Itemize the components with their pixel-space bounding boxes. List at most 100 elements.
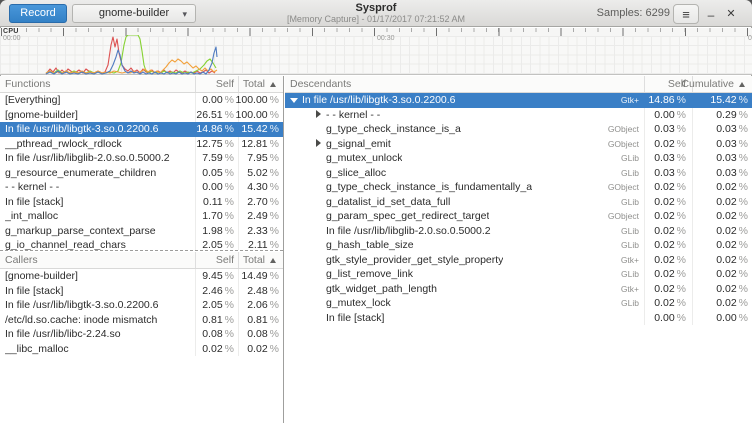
cpu-axis-label: CPU — [3, 28, 19, 35]
expander-spacer — [314, 284, 323, 293]
symbol-label: g_markup_parse_context_parse — [5, 225, 156, 237]
percent-suffix: % — [225, 152, 234, 164]
target-select-label: gnome-builder — [99, 7, 169, 19]
table-row[interactable]: g_hash_table_sizeGLib0.02%0.02% — [285, 238, 752, 253]
column-header-descendants[interactable]: Descendants — [285, 76, 645, 92]
table-row[interactable]: gtk_widget_path_lengthGtk+0.02%0.02% — [285, 282, 752, 297]
percent-suffix: % — [677, 210, 686, 222]
percent-suffix: % — [270, 328, 279, 340]
percent-suffix: % — [677, 297, 686, 309]
total-cell: 2.11% — [239, 238, 283, 251]
minimize-button[interactable]: – — [703, 4, 719, 24]
percent-suffix: % — [677, 167, 686, 179]
symbol-label: In file /usr/lib/libgtk-3.so.0.2200.6 — [5, 123, 159, 135]
table-row[interactable]: g_mutex_lockGLib0.02%0.02% — [285, 296, 752, 311]
symbol-label: [gnome-builder] — [5, 270, 78, 282]
collapse-arrow-icon[interactable] — [290, 96, 299, 105]
symbol-label: In file [stack] — [5, 196, 63, 208]
symbol-label: g_io_channel_read_chars — [5, 239, 126, 251]
table-row[interactable]: - - kernel - -0.00%0.29% — [285, 108, 752, 123]
table-row[interactable]: g_mutex_unlockGLib0.03%0.03% — [285, 151, 752, 166]
percent-suffix: % — [677, 109, 686, 121]
library-badge: Gtk+ — [621, 255, 644, 265]
table-row[interactable]: g_datalist_id_set_data_fullGLib0.02%0.02… — [285, 195, 752, 210]
table-row[interactable]: __pthread_rwlock_rdlock12.75%12.81% — [0, 137, 283, 152]
symbol-cell: In file [stack] — [0, 284, 196, 299]
table-row[interactable]: [gnome-builder]26.51%100.00% — [0, 108, 283, 123]
table-row[interactable]: In file /usr/lib/libgtk-3.so.0.2200.6 14.… — [0, 122, 283, 137]
table-row[interactable]: g_markup_parse_context_parse1.98%2.33% — [0, 224, 283, 239]
table-row[interactable]: __libc_malloc0.02%0.02% — [0, 342, 283, 357]
cpu-graph[interactable]: CPU 00:00 00:30 01:00 — [0, 28, 752, 75]
self-cell: 14.86% — [196, 122, 239, 137]
table-row[interactable]: [gnome-builder]9.45%14.49% — [0, 269, 283, 284]
percent-suffix: % — [677, 123, 686, 135]
table-row[interactable]: gtk_style_provider_get_style_property Gtk… — [285, 253, 752, 268]
symbol-cell: gtk_widget_path_lengthGtk+ — [285, 282, 645, 297]
table-row[interactable]: In file [stack]0.00%0.00% — [285, 311, 752, 326]
table-row[interactable]: [Everything]0.00%100.00% — [0, 93, 283, 108]
table-row[interactable]: In file /usr/lib/libglib-2.0.so.0.5000.2… — [0, 151, 283, 166]
menu-button[interactable]: ≡ — [673, 4, 699, 24]
percent-suffix: % — [270, 138, 279, 150]
table-row[interactable]: In file /usr/lib/libgtk-3.so.0.2200.6Gtk… — [285, 93, 752, 108]
expand-arrow-icon[interactable] — [314, 139, 323, 148]
cumulative-cell: 0.02% — [693, 209, 752, 224]
table-row[interactable]: _int_malloc1.70%2.49% — [0, 209, 283, 224]
expand-arrow-icon[interactable] — [314, 110, 323, 119]
self-cell: 0.02% — [645, 209, 693, 224]
table-row[interactable]: - - kernel - -0.00%4.30% — [0, 180, 283, 195]
symbol-label: In file /usr/lib/libc-2.24.so — [5, 328, 121, 340]
column-header-cumulative[interactable]: Cumulative — [693, 76, 752, 92]
symbol-cell: g_list_remove_linkGLib — [285, 267, 645, 282]
symbol-label: g_resource_enumerate_children — [5, 167, 156, 179]
percent-suffix: % — [225, 285, 234, 297]
symbol-label: gtk_style_provider_get_style_property — [326, 254, 503, 266]
table-row[interactable]: In file [stack]2.46%2.48% — [0, 284, 283, 299]
percent-suffix: % — [270, 167, 279, 179]
expander-spacer — [314, 226, 323, 235]
column-header-callers[interactable]: Callers — [0, 252, 196, 268]
percent-suffix: % — [677, 268, 686, 280]
cumulative-cell: 0.03% — [693, 166, 752, 181]
percent-suffix: % — [270, 123, 279, 135]
close-button[interactable]: ✕ — [723, 4, 739, 24]
target-select[interactable]: gnome-builder ▾ — [72, 4, 196, 23]
table-row[interactable]: g_slice_allocGLib0.03%0.03% — [285, 166, 752, 181]
total-cell: 4.30% — [239, 180, 283, 195]
total-cell: 0.02% — [239, 342, 283, 357]
record-button[interactable]: Record — [9, 4, 67, 23]
expander-spacer — [314, 313, 323, 322]
table-row[interactable]: In file /usr/lib/libgtk-3.so.0.2200.62.0… — [0, 298, 283, 313]
table-row[interactable]: In file /usr/lib/libglib-2.0.so.0.5000.2… — [285, 224, 752, 239]
table-row[interactable]: In file /usr/lib/libc-2.24.so0.08%0.08% — [0, 327, 283, 342]
table-row[interactable]: g_io_channel_read_chars2.05%2.11% — [0, 238, 283, 251]
cumulative-cell: 0.03% — [693, 122, 752, 137]
time-tick-label: 01:00 — [748, 35, 752, 42]
column-header-total[interactable]: Total — [239, 76, 283, 92]
symbol-cell: g_param_spec_get_redirect_targetGObject — [285, 209, 645, 224]
column-header-functions[interactable]: Functions — [0, 76, 196, 92]
percent-suffix: % — [739, 225, 748, 237]
column-header-self[interactable]: Self — [196, 252, 239, 268]
self-cell: 0.00% — [196, 93, 239, 108]
cumulative-cell: 0.02% — [693, 180, 752, 195]
total-cell: 0.08% — [239, 327, 283, 342]
table-row[interactable]: g_signal_emitGObject0.02%0.03% — [285, 137, 752, 152]
percent-suffix: % — [677, 196, 686, 208]
symbol-label: g_hash_table_size — [326, 239, 414, 251]
table-row[interactable]: /etc/ld.so.cache: inode mismatch0.81%0.8… — [0, 313, 283, 328]
table-row[interactable]: g_param_spec_get_redirect_targetGObject0… — [285, 209, 752, 224]
table-row[interactable]: g_type_check_instance_is_fundamentally_a… — [285, 180, 752, 195]
functions-table: Functions Self Total [Everything]0.00%10… — [0, 76, 283, 251]
self-cell: 0.05% — [196, 166, 239, 181]
symbol-label: g_type_check_instance_is_fundamentally_a — [326, 181, 532, 193]
table-row[interactable]: g_type_check_instance_is_aGObject0.03%0.… — [285, 122, 752, 137]
symbol-label: In file /usr/lib/libgtk-3.so.0.2200.6 — [5, 299, 159, 311]
column-header-total[interactable]: Total — [239, 252, 283, 268]
table-row[interactable]: g_resource_enumerate_children0.05%5.02% — [0, 166, 283, 181]
column-header-self[interactable]: Self — [196, 76, 239, 92]
table-row[interactable]: g_list_remove_linkGLib0.02%0.02% — [285, 267, 752, 282]
table-row[interactable]: In file [stack]0.11%2.70% — [0, 195, 283, 210]
symbol-cell: gtk_style_provider_get_style_property Gtk… — [285, 253, 645, 268]
